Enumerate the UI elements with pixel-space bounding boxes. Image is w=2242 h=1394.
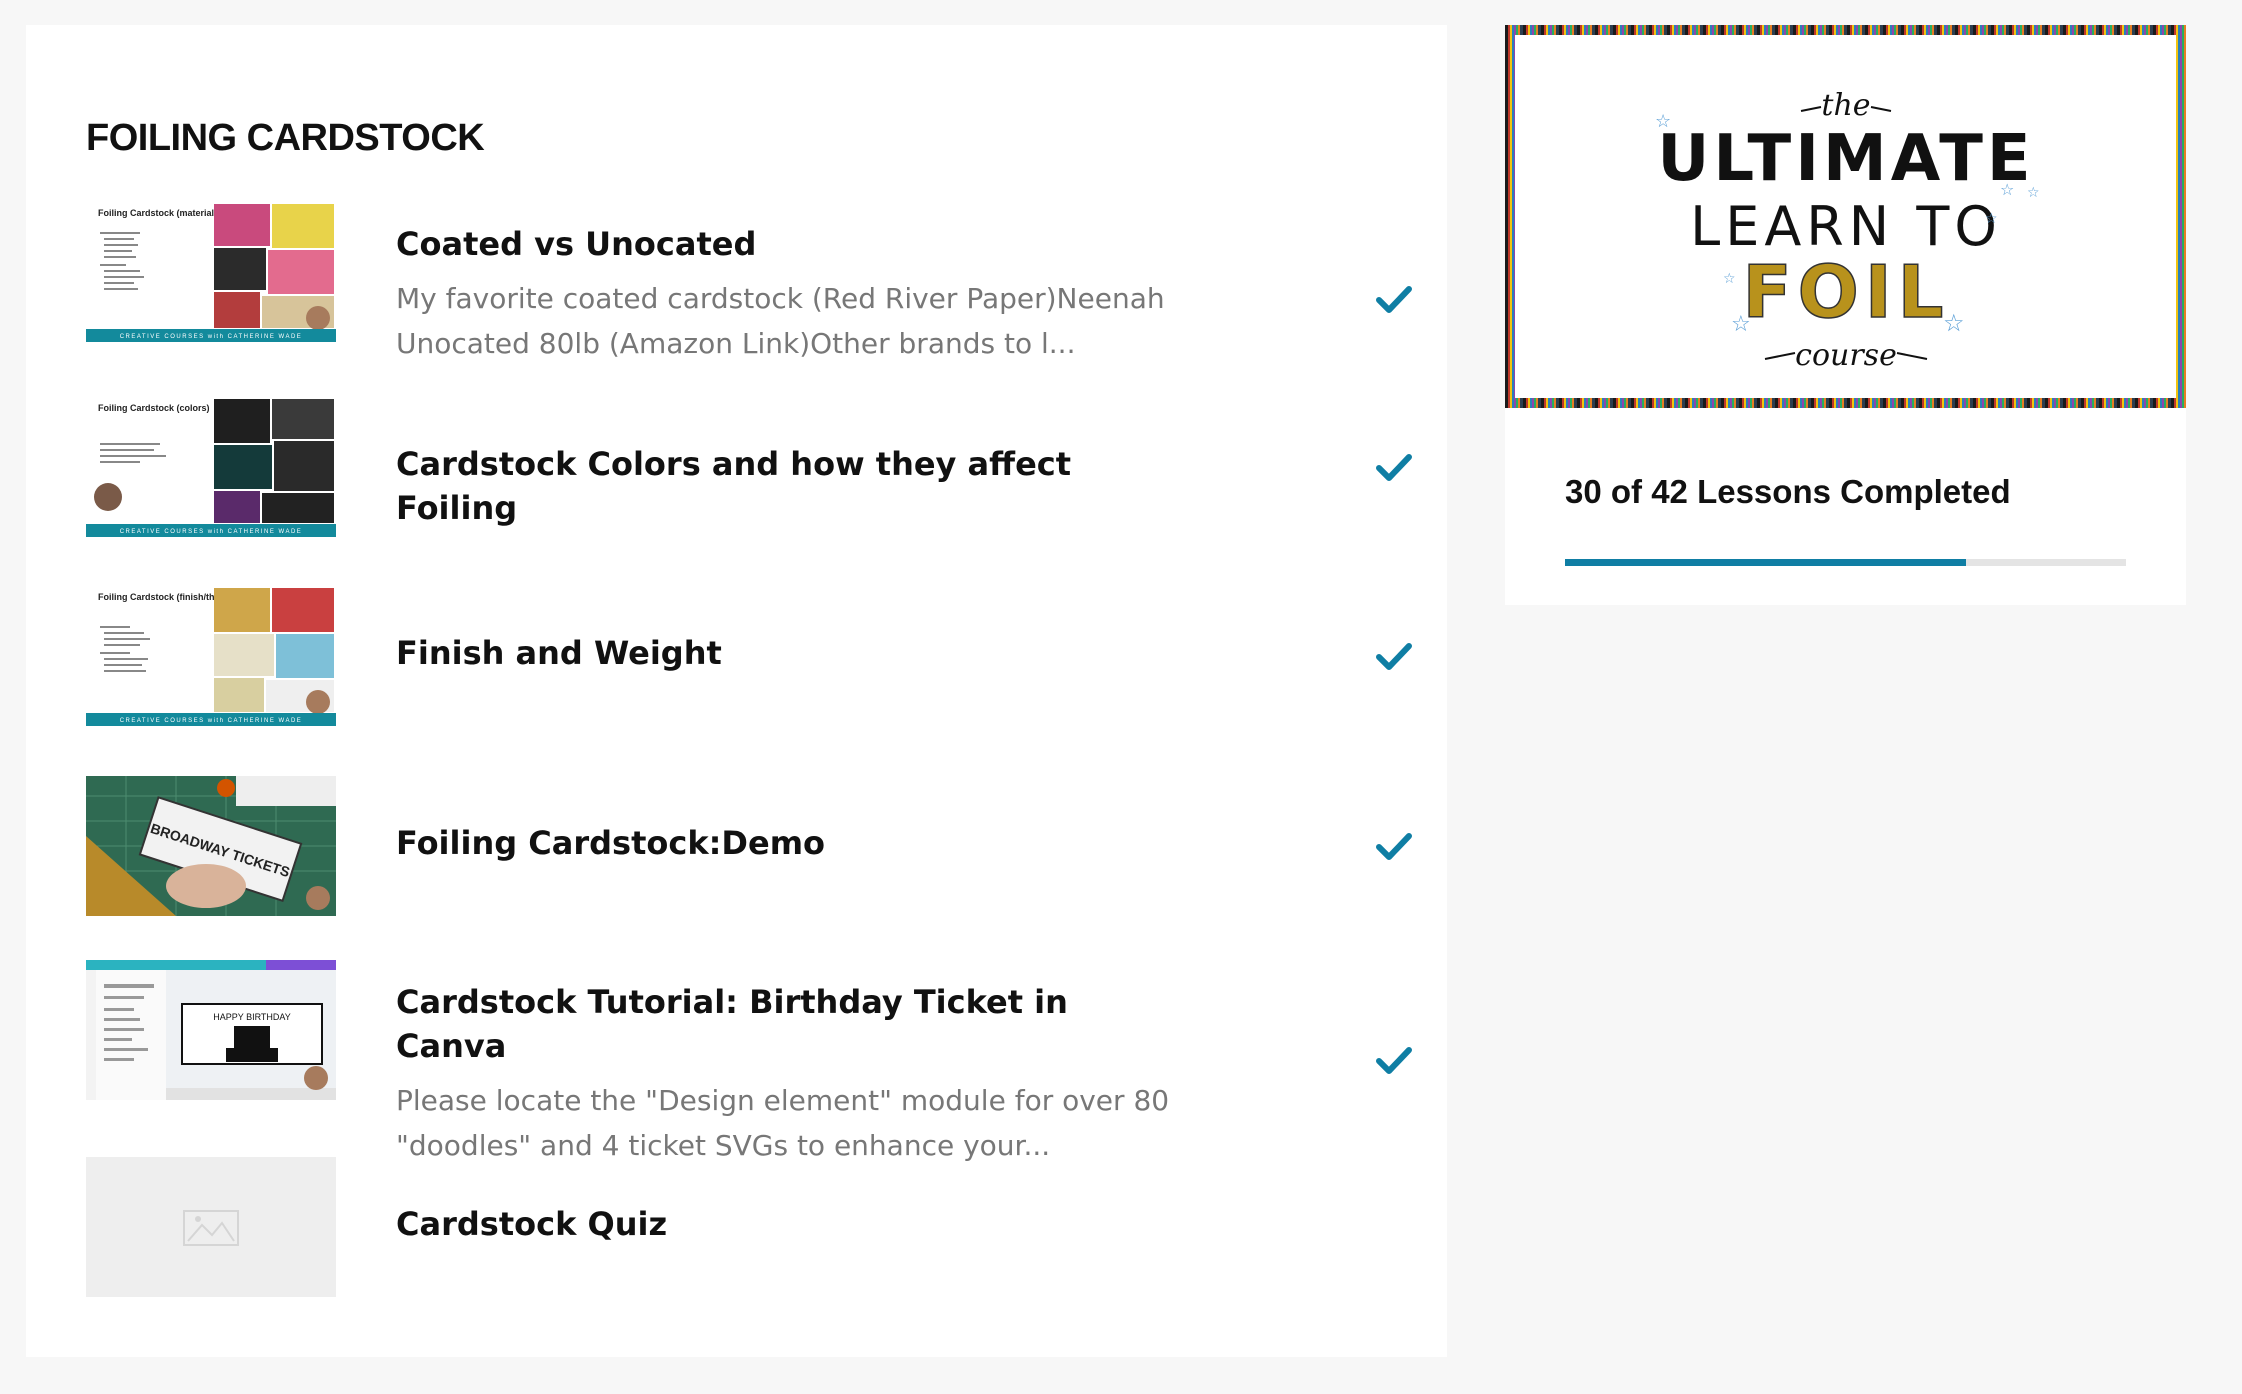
svg-text:CREATIVE COURSES with CATHERIN: CREATIVE COURSES with CATHERINE WADE	[120, 529, 303, 535]
image-placeholder-icon	[183, 1210, 239, 1246]
lesson-title[interactable]: Foiling Cardstock:Demo	[396, 821, 1176, 865]
lesson-item[interactable]: Foiling Cardstock (material) CREATIVE CO…	[86, 202, 1416, 362]
course-logo: the ULTIMATE LEARN TO FOIL course ☆ ☆ ☆ …	[1655, 88, 2040, 373]
progress-bar-fill	[1565, 559, 1966, 566]
lesson-text: Finish and Weight	[396, 631, 1176, 675]
svg-text:☆: ☆	[1655, 111, 1671, 132]
check-icon	[1376, 454, 1412, 481]
progress-label: 30 of 42 Lessons Completed	[1565, 473, 2011, 510]
lesson-list-card: FOILING CARDSTOCK Foiling Cardstock (mat…	[26, 25, 1447, 1357]
thumb-heading: Foiling Cardstock (colors)	[98, 403, 210, 413]
svg-text:☆: ☆	[2000, 180, 2014, 199]
lesson-thumbnail: Foiling Cardstock (material) CREATIVE CO…	[86, 202, 336, 342]
section-title: FOILING CARDSTOCK	[86, 117, 485, 159]
lesson-description: Please locate the "Design element" modul…	[396, 1084, 1170, 1162]
lesson-item[interactable]: BROADWAY TICKETS Foiling Cardstock:Demo	[86, 776, 1416, 936]
check-icon	[1376, 643, 1412, 670]
svg-text:HAPPY BIRTHDAY: HAPPY BIRTHDAY	[213, 1012, 291, 1022]
svg-text:LEARN TO: LEARN TO	[1690, 195, 2002, 258]
svg-text:☆: ☆	[1723, 271, 1736, 287]
lesson-title[interactable]: Cardstock Colors and how they affect Foi…	[396, 442, 1176, 530]
lesson-text: Cardstock Quiz	[396, 1202, 1176, 1246]
thumb-heading: Foiling Cardstock (material)	[98, 208, 217, 218]
lesson-item[interactable]: Cardstock Quiz	[86, 1157, 1416, 1317]
svg-text:☆: ☆	[1731, 312, 1751, 337]
svg-text:☆: ☆	[1985, 211, 1998, 227]
lesson-thumbnail: BROADWAY TICKETS	[86, 776, 336, 916]
lesson-text: Cardstock Tutorial: Birthday Ticket in C…	[396, 980, 1176, 1168]
lesson-title[interactable]: Cardstock Quiz	[396, 1202, 1176, 1246]
course-progress-card: the ULTIMATE LEARN TO FOIL course ☆ ☆ ☆ …	[1505, 25, 2186, 605]
lesson-thumbnail: Foiling Cardstock (colors) CREATIVE COUR…	[86, 397, 336, 537]
lesson-thumbnail: HAPPY BIRTHDAY	[86, 960, 336, 1100]
lesson-description: My favorite coated cardstock (Red River …	[396, 282, 1165, 360]
lesson-item[interactable]: Foiling Cardstock (colors) CREATIVE COUR…	[86, 397, 1416, 557]
svg-text:the: the	[1821, 88, 1870, 123]
lesson-title[interactable]: Finish and Weight	[396, 631, 1176, 675]
svg-text:CREATIVE COURSES with CATHERIN: CREATIVE COURSES with CATHERINE WADE	[120, 718, 303, 724]
lesson-title[interactable]: Cardstock Tutorial: Birthday Ticket in C…	[396, 980, 1176, 1068]
svg-text:☆: ☆	[1943, 309, 1965, 337]
course-banner[interactable]: the ULTIMATE LEARN TO FOIL course ☆ ☆ ☆ …	[1505, 25, 2186, 408]
lesson-item[interactable]: HAPPY BIRTHDAY Cardstock Tutorial: Birth…	[86, 960, 1416, 1162]
svg-text:course: course	[1795, 338, 1897, 373]
svg-text:FOIL: FOIL	[1742, 250, 1949, 334]
lesson-text: Coated vs Unocated My favorite coated ca…	[396, 222, 1176, 366]
lesson-text: Cardstock Colors and how they affect Foi…	[396, 442, 1176, 530]
svg-text:ULTIMATE: ULTIMATE	[1657, 122, 2034, 196]
svg-text:☆: ☆	[2027, 185, 2040, 201]
progress-bar	[1565, 559, 2126, 566]
check-icon	[1376, 1047, 1412, 1074]
svg-text:CREATIVE COURSES with CATHERIN: CREATIVE COURSES with CATHERINE WADE	[120, 334, 303, 340]
course-banner-art: the ULTIMATE LEARN TO FOIL course ☆ ☆ ☆ …	[1515, 35, 2176, 398]
lesson-thumbnail	[86, 1157, 336, 1297]
lesson-thumbnail: Foiling Cardstock (finish/thickness) CRE…	[86, 586, 336, 726]
lesson-item[interactable]: Foiling Cardstock (finish/thickness) CRE…	[86, 586, 1416, 746]
lesson-title[interactable]: Coated vs Unocated	[396, 222, 1176, 266]
lesson-text: Foiling Cardstock:Demo	[396, 821, 1176, 865]
check-icon	[1376, 286, 1412, 313]
check-icon	[1376, 833, 1412, 860]
